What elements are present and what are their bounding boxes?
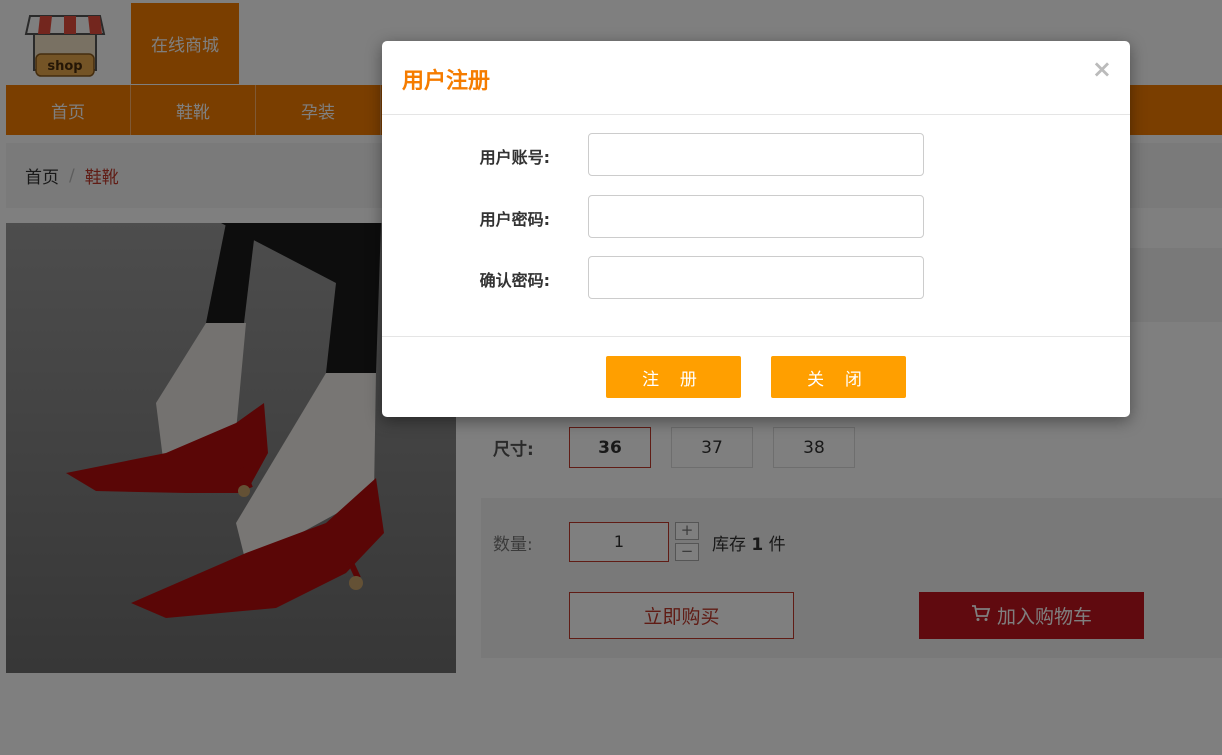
register-modal: 用户注册 × 用户账号: 用户密码: 确认密码: 注 册 关 闭 bbox=[382, 41, 1130, 417]
close-button[interactable]: 关 闭 bbox=[771, 356, 906, 398]
form-row-password: 用户密码: bbox=[382, 195, 1130, 238]
form-row-account: 用户账号: bbox=[382, 133, 1130, 176]
close-icon[interactable]: × bbox=[1092, 55, 1112, 83]
password-input[interactable] bbox=[588, 195, 924, 238]
modal-title: 用户注册 bbox=[402, 69, 491, 94]
modal-footer: 注 册 关 闭 bbox=[382, 336, 1130, 417]
account-input[interactable] bbox=[588, 133, 924, 176]
modal-header: 用户注册 × bbox=[382, 41, 1130, 115]
register-button[interactable]: 注 册 bbox=[606, 356, 741, 398]
password-label: 用户密码: bbox=[479, 210, 550, 229]
form-row-confirm-password: 确认密码: bbox=[382, 256, 1130, 299]
confirm-password-label: 确认密码: bbox=[479, 271, 550, 290]
account-label: 用户账号: bbox=[479, 148, 550, 167]
confirm-password-input[interactable] bbox=[588, 256, 924, 299]
